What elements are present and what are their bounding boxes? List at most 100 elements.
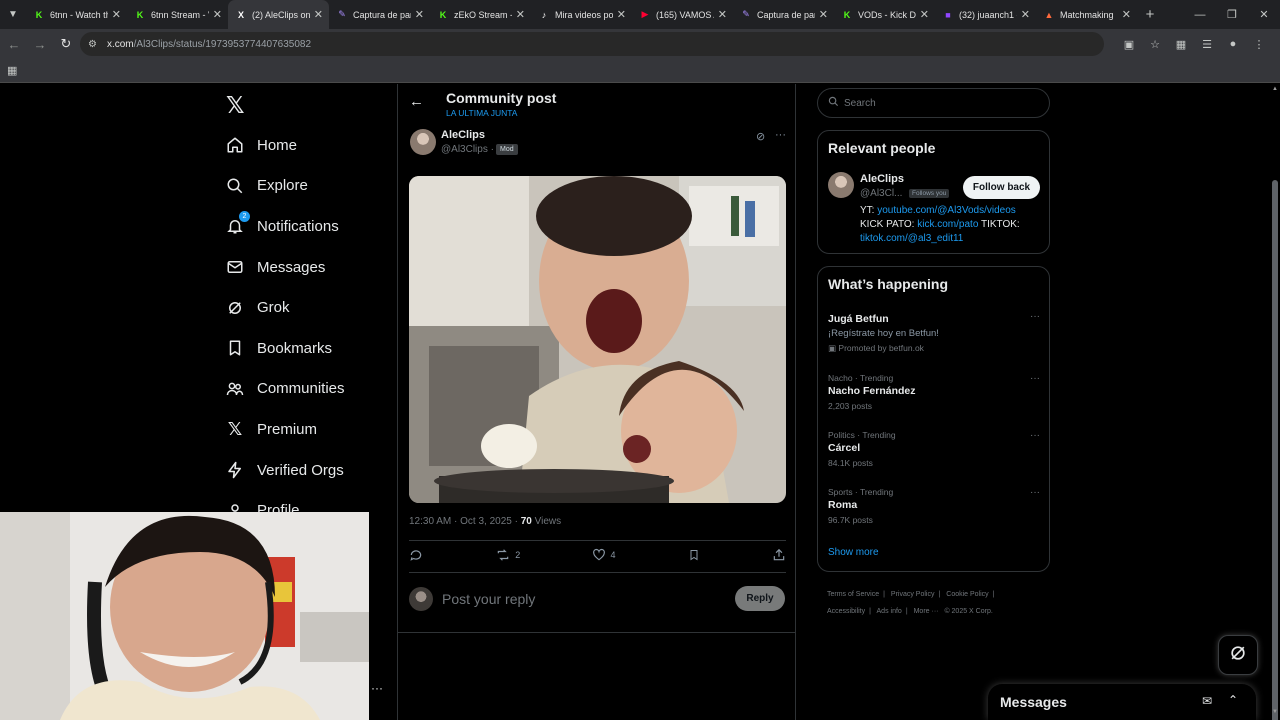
close-tab-icon[interactable]: ✕ [213,8,222,21]
search-input[interactable]: Search [817,88,1050,118]
grok-fab-button[interactable] [1218,635,1258,675]
reply-action[interactable] [409,548,423,562]
back-icon[interactable]: ← [2,32,26,56]
promoted-trend[interactable]: Jugá Betfun ¡Regístrate hoy en Betfun! ▣… [828,311,1040,354]
back-arrow-icon[interactable]: ← [409,93,424,110]
extensions-icon[interactable]: ▦ [1168,38,1194,51]
browser-tab[interactable]: ▲ Matchmaking ✕ [1036,0,1137,29]
install-app-icon[interactable]: ▣ [1116,38,1142,51]
new-message-icon[interactable]: ✉ [1202,694,1212,708]
nav-item-premium[interactable]: 𝕏 Premium [225,409,345,450]
bio-link-kick[interactable]: kick.com/pato [917,219,978,230]
nav-item-messages[interactable]: Messages [225,247,345,288]
close-tab-icon[interactable]: ✕ [112,8,121,21]
nav-item-home[interactable]: Home [225,125,345,166]
nav-item-communities[interactable]: Communities [225,369,345,410]
bio-link-youtube[interactable]: youtube.com/@Al3Vods/videos [877,205,1016,216]
close-tab-icon[interactable]: ✕ [718,8,727,21]
bookmark-action[interactable] [688,548,700,562]
close-tab-icon[interactable]: ✕ [1021,8,1030,21]
footer-link-terms[interactable]: Terms of Service [827,591,879,598]
close-tab-icon[interactable]: ✕ [415,8,424,21]
new-tab-button[interactable]: + [1137,6,1163,23]
footer-link-privacy[interactable]: Privacy Policy [891,591,935,598]
nav-item-notifications[interactable]: 2 Notifications [225,206,345,247]
reply-button[interactable]: Reply [735,586,785,611]
star-icon[interactable]: ☆ [1142,38,1168,51]
close-tab-icon[interactable]: ✕ [314,8,323,21]
apps-grid-icon[interactable]: ▦ [7,64,17,77]
browser-menu-icon[interactable]: ⋮ [1246,38,1272,51]
nav-item-bookmarks[interactable]: Bookmarks [225,328,345,369]
youtube-icon: ▶ [641,9,649,19]
browser-tab[interactable]: ▶ (165) VAMOS A ✕ [632,0,733,29]
forward-icon[interactable]: → [28,32,52,56]
browser-tab[interactable]: KzEkO Stream - Kick✕ [430,0,531,29]
trend-item[interactable]: Nacho · Trending Nacho Fernández 2,203 p… [828,373,1040,411]
restore-icon[interactable]: ❐ [1216,0,1248,29]
more-icon[interactable]: ··· [371,681,383,695]
messages-drawer[interactable]: Messages ✉ ⌃ [988,684,1256,720]
trend-item[interactable]: Sports · Trending Roma 96.7K posts ··· [828,487,1040,525]
more-options-icon[interactable]: ··· [1030,487,1040,498]
tab-search-button[interactable]: ▼ [0,0,26,29]
close-tab-icon[interactable]: ✕ [617,8,626,21]
browser-tab[interactable]: KVODs - Kick Data✕ [834,0,935,29]
minimize-icon[interactable]: — [1184,0,1216,29]
media-control-icon[interactable]: ☰ [1194,38,1220,51]
scroll-down-icon[interactable]: ▼ [1272,709,1278,715]
footer-link-ads[interactable]: Ads info [877,608,902,615]
person-handle[interactable]: @Al3Cl... [860,188,902,199]
share-icon [772,548,786,562]
repost-icon [495,548,511,562]
close-window-icon[interactable]: ✕ [1248,0,1280,29]
reply-input[interactable]: Post your reply [442,591,535,607]
browser-tab-active[interactable]: X(2) AleClips on X✕ [228,0,329,29]
post-media-video[interactable] [409,176,786,503]
show-more-link[interactable]: Show more [828,547,879,558]
more-options-icon[interactable]: ··· [1030,430,1040,441]
browser-tab[interactable]: ✎Captura de panta✕ [733,0,834,29]
footer-link-more[interactable]: More ··· [914,608,939,615]
nav-item-grok[interactable]: Grok [225,287,345,328]
person-name[interactable]: AleClips [860,173,904,185]
address-bar[interactable]: ⚙ x.com/Al3Clips/status/1973953774407635… [80,32,1104,56]
grok-explain-icon[interactable]: ⊘ [756,130,765,143]
scrollbar-thumb[interactable] [1272,180,1278,720]
browser-tab[interactable]: ■ (32) juaanch1 - ✕ [935,0,1036,29]
x-logo-icon[interactable]: 𝕏 [226,92,245,119]
close-tab-icon[interactable]: ✕ [819,8,828,21]
nav-item-verified-orgs[interactable]: Verified Orgs [225,450,345,491]
trend-item[interactable]: Politics · Trending Cárcel 84.1K posts ·… [828,430,1040,468]
close-tab-icon[interactable]: ✕ [920,8,929,21]
repost-action[interactable]: 2 [495,548,520,562]
close-tab-icon[interactable]: ✕ [516,8,525,21]
browser-tab[interactable]: ♪Mira videos popu✕ [531,0,632,29]
author-name[interactable]: AleClips [441,129,485,141]
browser-tab[interactable]: ✎Captura de panta✕ [329,0,430,29]
expand-drawer-icon[interactable]: ⌃ [1228,693,1238,707]
footer-link-accessibility[interactable]: Accessibility [827,608,865,615]
footer-link-cookies[interactable]: Cookie Policy [946,591,988,598]
person-avatar[interactable] [828,172,854,198]
share-action[interactable] [772,548,786,562]
more-options-icon[interactable]: ··· [775,129,786,141]
site-info-icon[interactable]: ⚙ [88,39,97,50]
scroll-up-icon[interactable]: ▲ [1272,86,1278,92]
close-tab-icon[interactable]: ✕ [1122,8,1131,21]
follow-back-button[interactable]: Follow back [963,176,1040,199]
browser-tab[interactable]: K6tnn - Watch the✕ [26,0,127,29]
profile-icon[interactable]: ● [1220,38,1246,50]
kick-icon: K [136,9,144,20]
nav-item-explore[interactable]: Explore [225,166,345,207]
reload-icon[interactable]: ↻ [54,32,78,56]
like-action[interactable]: 4 [592,548,616,562]
author-avatar[interactable] [410,129,436,155]
more-options-icon[interactable]: ··· [1030,311,1040,322]
more-options-icon[interactable]: ··· [1030,373,1040,384]
community-link[interactable]: LA ULTIMA JUNTA [446,108,517,118]
author-handle[interactable]: @Al3Clips · [441,144,494,155]
bio-link-tiktok[interactable]: tiktok.com/@al3_edit11 [860,233,963,244]
browser-tab[interactable]: K 6tnn Stream - V ✕ [127,0,228,29]
page-scrollbar[interactable]: ▲ ▼ [1270,84,1280,720]
